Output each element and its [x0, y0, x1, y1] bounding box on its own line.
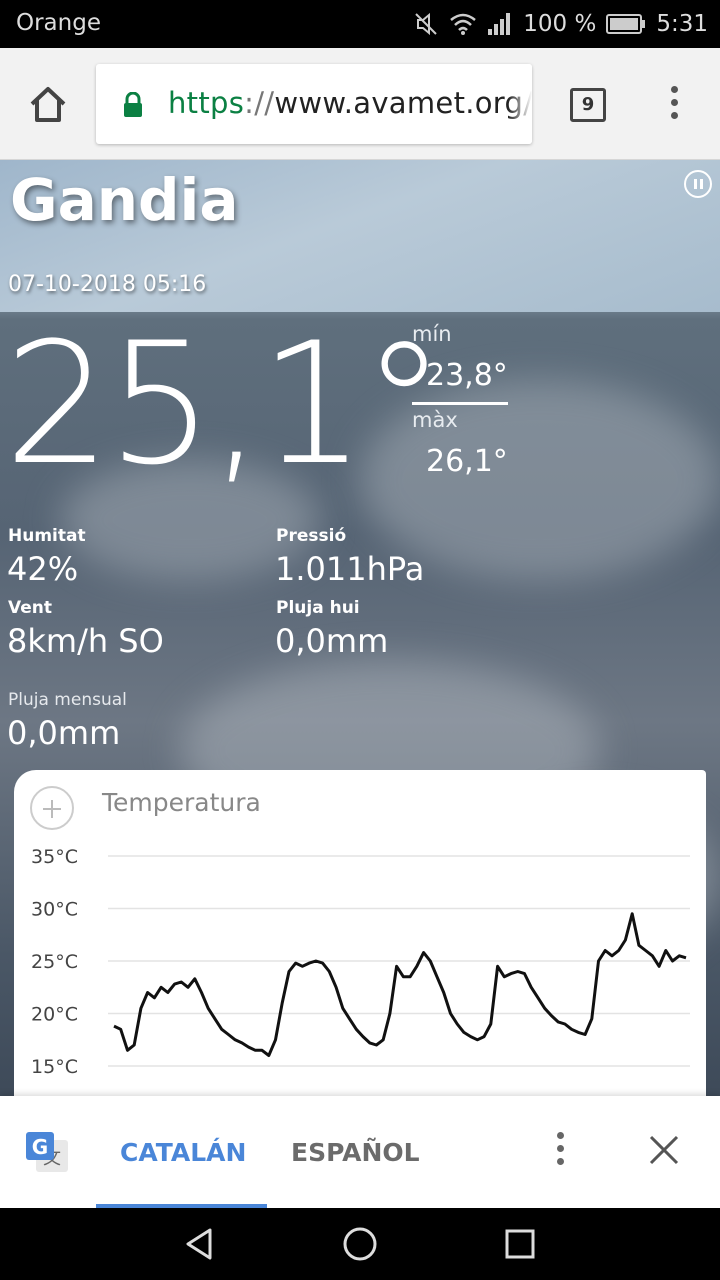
current-temperature: 25,1° — [4, 306, 446, 502]
google-translate-icon[interactable]: 文 G — [24, 1130, 70, 1174]
home-nav-icon[interactable] — [340, 1224, 380, 1264]
y-tick-label: 25°C — [31, 951, 78, 973]
temperature-chart: 35°C 30°C 25°C 20°C 15°C — [31, 846, 690, 1078]
carrier-name: Orange — [16, 10, 101, 36]
monthly-rain-label: Pluja mensual — [8, 690, 127, 710]
battery-icon — [606, 14, 646, 34]
browser-toolbar: https://www.avamet.org/ 9 — [0, 48, 720, 160]
home-button[interactable] — [26, 84, 70, 124]
url-text: https://www.avamet.org/ — [168, 86, 532, 120]
monthly-rain-value: 0,0mm — [7, 714, 121, 752]
translate-menu-button[interactable] — [552, 1132, 568, 1172]
humidity-value: 42% — [7, 550, 79, 588]
source-language-tab[interactable]: CATALÁN — [120, 1138, 246, 1167]
rain-today-label: Pluja hui — [276, 598, 360, 618]
temperature-chart-card: Temperatura 35°C 30°C 25°C 20°C 15°C — [14, 770, 706, 1096]
rain-today-value: 0,0mm — [275, 622, 389, 660]
status-icons: 100 % 5:31 — [413, 9, 708, 39]
pressure-label: Pressió — [276, 526, 347, 546]
min-max-divider — [412, 402, 508, 405]
y-tick-label: 30°C — [31, 899, 78, 921]
mute-icon — [415, 12, 437, 36]
translate-bar: 文 G CATALÁN ESPAÑOL — [0, 1096, 720, 1208]
pressure-value: 1.011hPa — [275, 550, 425, 588]
browser-menu-button[interactable] — [660, 86, 688, 126]
wind-label: Vent — [8, 598, 52, 618]
y-tick-label: 35°C — [31, 846, 78, 868]
wifi-icon — [450, 13, 477, 35]
url-bar[interactable]: https://www.avamet.org/ — [96, 64, 532, 144]
signal-icon — [488, 13, 511, 35]
expand-chart-button[interactable] — [30, 786, 74, 830]
humidity-label: Humitat — [8, 526, 86, 546]
back-icon[interactable] — [180, 1224, 220, 1264]
close-icon[interactable] — [646, 1132, 682, 1168]
clock: 5:31 — [656, 11, 708, 37]
min-label: mín — [412, 322, 452, 346]
y-tick-label: 20°C — [31, 1004, 78, 1026]
recents-icon[interactable] — [500, 1224, 540, 1264]
target-language-tab[interactable]: ESPAÑOL — [291, 1138, 420, 1167]
temperature-series-line — [113, 912, 687, 1057]
y-tick-label: 15°C — [31, 1056, 78, 1078]
home-icon — [30, 87, 66, 122]
chart-title: Temperatura — [102, 788, 261, 817]
tab-switcher-button[interactable]: 9 — [570, 88, 606, 122]
min-temperature: 23,8° — [426, 358, 508, 393]
observation-datetime: 07-10-2018 05:16 — [8, 272, 207, 297]
pause-button[interactable] — [684, 170, 712, 198]
max-label: màx — [412, 408, 458, 432]
battery-percent: 100 % — [523, 11, 597, 37]
max-temperature: 26,1° — [426, 444, 508, 479]
navigation-bar — [0, 1208, 720, 1280]
svg-text:G: G — [32, 1135, 48, 1159]
status-bar: Orange 100 % 5:31 — [0, 0, 720, 48]
weather-page: Gandia 07-10-2018 05:16 25,1° mín 23,8° … — [0, 160, 720, 1096]
lock-icon — [124, 92, 142, 117]
city-name: Gandia — [10, 166, 239, 234]
wind-value: 8km/h SO — [7, 622, 164, 660]
